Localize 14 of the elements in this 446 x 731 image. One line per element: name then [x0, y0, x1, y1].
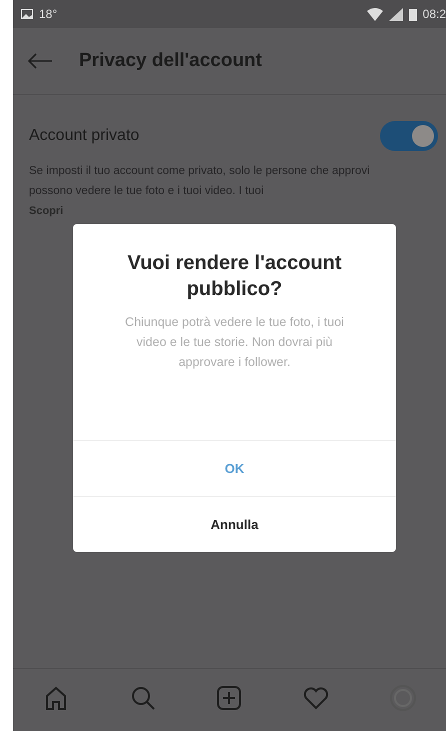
image-icon	[21, 9, 33, 19]
toggle-switch[interactable]	[380, 121, 438, 151]
back-arrow-icon[interactable]	[27, 53, 53, 69]
clock: 08:2	[422, 7, 446, 21]
cancel-button[interactable]: Annulla	[73, 496, 396, 552]
temperature: 18°	[39, 7, 58, 21]
wifi-icon	[366, 8, 383, 20]
signal-icon	[388, 8, 403, 20]
dialog-message: Chiunque potrà vedere le tue foto, i tuoi video e le tue storie. Non dovrai più approvare i follower.	[124, 314, 345, 371]
battery-icon	[408, 8, 417, 20]
ok-button[interactable]: OK	[73, 440, 396, 496]
page-title: Privacy dell'account	[79, 50, 262, 72]
setting-label: Account privato	[29, 127, 140, 145]
dialog-title: Vuoi rendere l'account pubblico?	[126, 251, 343, 302]
